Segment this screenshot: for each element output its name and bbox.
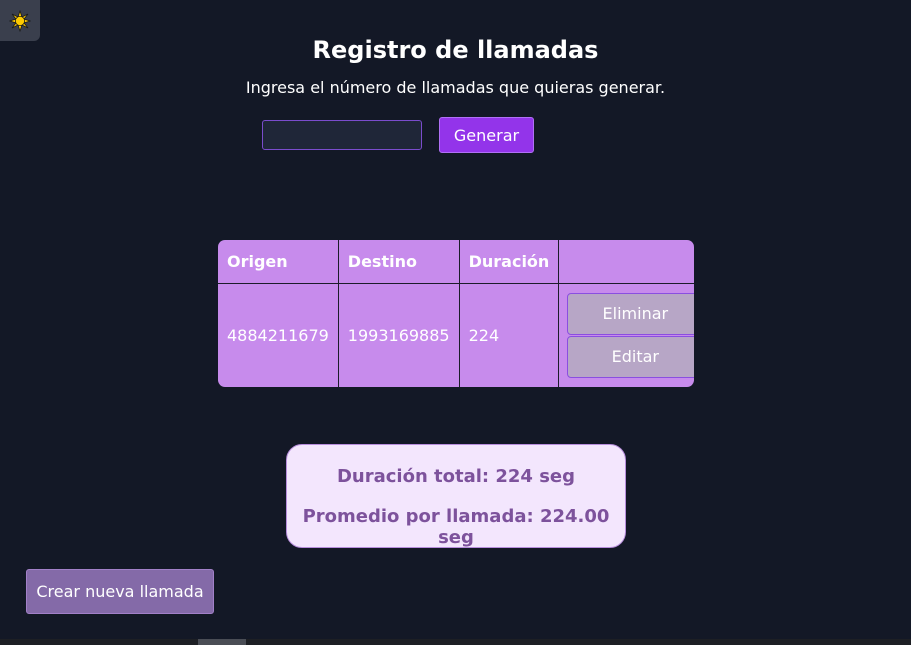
average-duration-text: Promedio por llamada: 224.00 seg <box>302 506 610 548</box>
cell-origen: 4884211679 <box>227 326 329 345</box>
horizontal-scrollbar[interactable] <box>0 639 911 645</box>
sun-icon <box>9 9 31 32</box>
summary-card: Duración total: 224 seg Promedio por lla… <box>286 444 626 548</box>
generate-button[interactable]: Generar <box>439 117 534 153</box>
cell-duracion: 224 <box>458 283 559 387</box>
total-duration-text: Duración total: 224 seg <box>336 466 576 487</box>
delete-button[interactable]: Eliminar <box>567 292 694 335</box>
cell-actions: Eliminar Editar <box>558 283 694 387</box>
call-count-input[interactable] <box>262 120 422 150</box>
create-call-button[interactable]: Crear nueva llamada <box>26 569 214 614</box>
scrollbar-thumb[interactable] <box>198 639 246 645</box>
page-title: Registro de llamadas <box>312 36 599 64</box>
calls-table: Origen Destino Duración 4884211679 19931… <box>218 240 694 387</box>
column-header-actions <box>558 240 694 284</box>
theme-toggle-button[interactable] <box>0 0 40 41</box>
table-header-row: Origen Destino Duración <box>218 240 694 284</box>
cell-destino: 1993169885 <box>337 283 460 387</box>
instructions-text: Ingresa el número de llamadas que quiera… <box>245 78 666 97</box>
column-header-duracion: Duración <box>458 240 559 284</box>
edit-button[interactable]: Editar <box>567 335 694 378</box>
column-header-origen: Origen <box>218 240 339 284</box>
column-header-destino: Destino <box>337 240 460 284</box>
table-row: 4884211679 1993169885 224 Eliminar Edita… <box>218 283 694 387</box>
